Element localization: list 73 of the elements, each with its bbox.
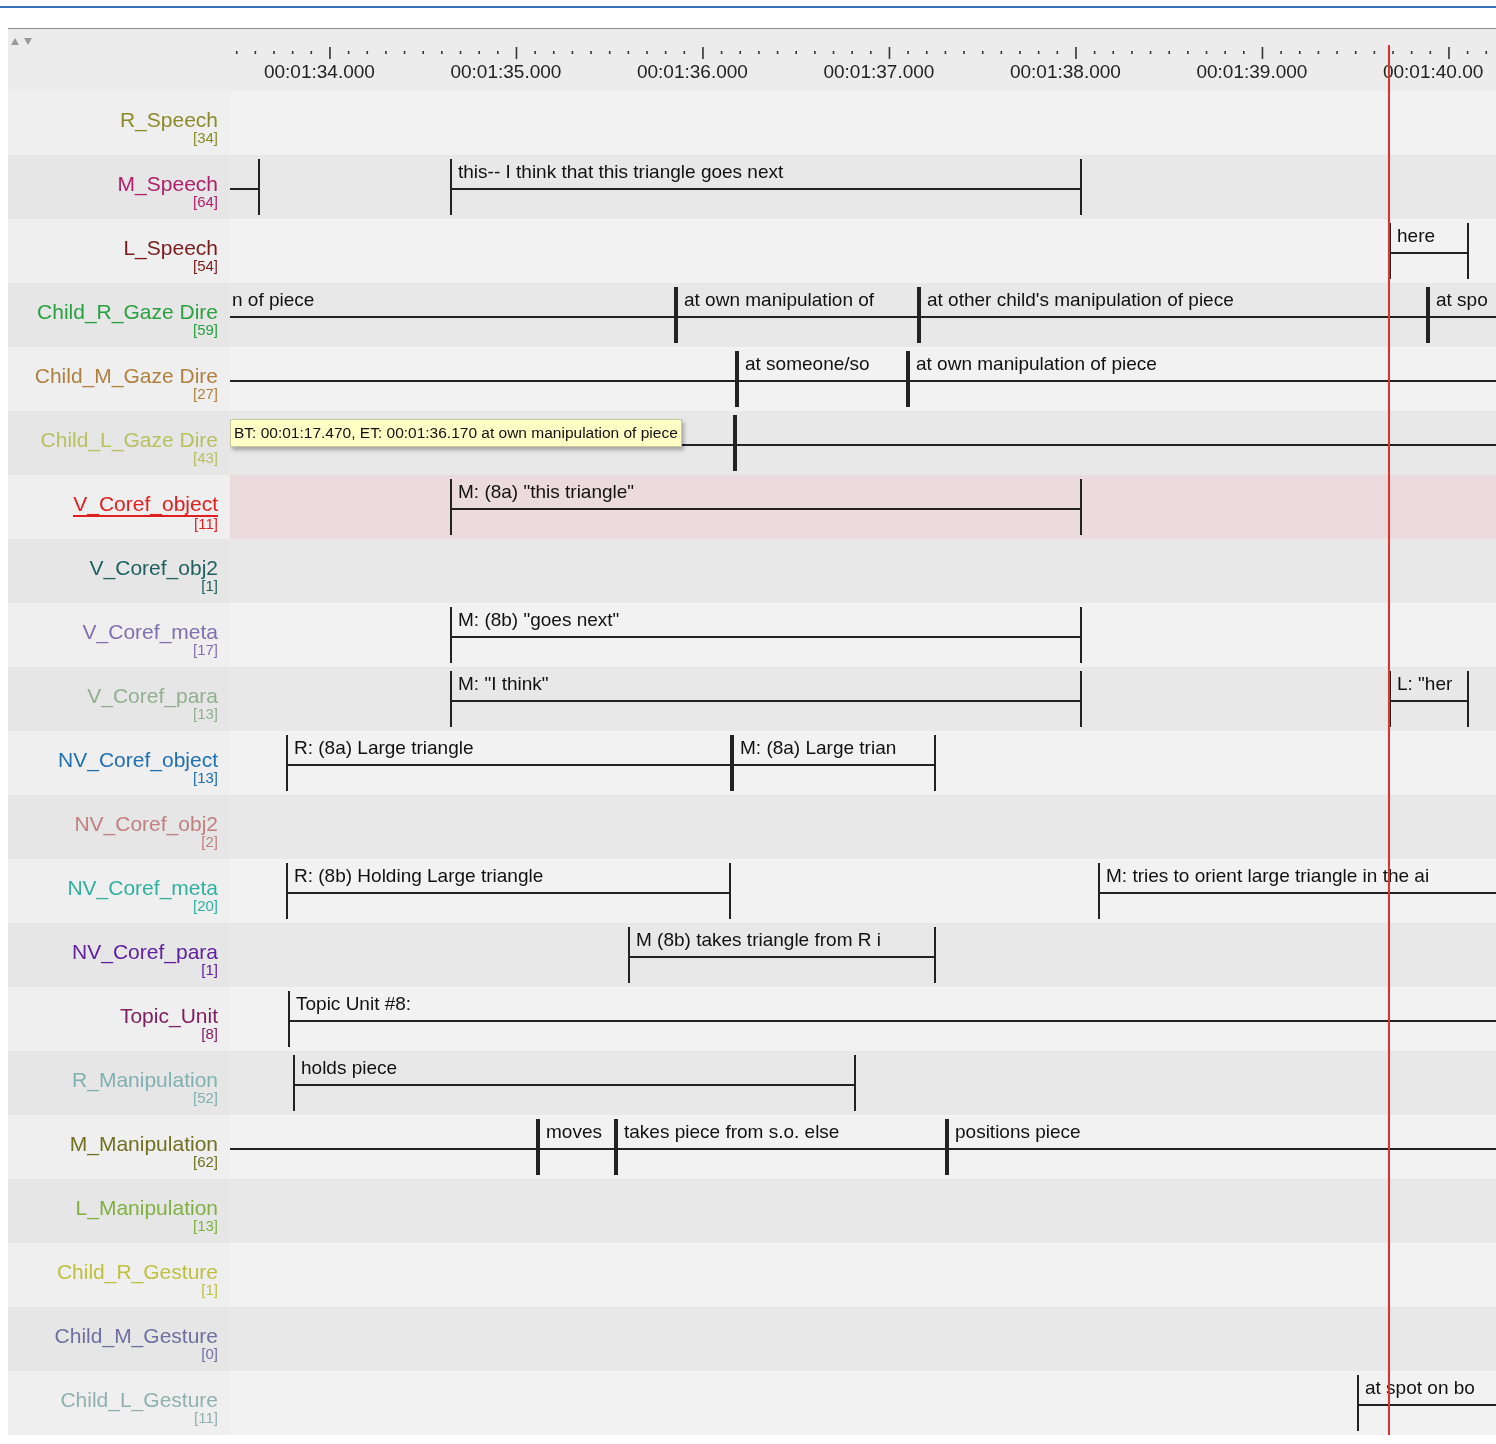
annotation-count: [17] <box>192 643 218 657</box>
annotation[interactable]: at own manipulation of piece <box>908 351 1496 407</box>
tier-track[interactable]: moves takes piece from s.o. else positions piece <box>230 1115 1496 1179</box>
annotation-count: [13] <box>192 771 218 785</box>
tier-name[interactable]: Child_M_Gesture <box>54 1325 218 1347</box>
annotation-count: [1] <box>201 1283 218 1297</box>
annotation[interactable]: L: "her <box>1389 671 1469 727</box>
tier-name[interactable]: V_Coref_object <box>73 493 218 517</box>
annotation-count: [59] <box>192 323 218 337</box>
time-label: 00:01:37.000 <box>823 61 935 83</box>
annotation-count: [13] <box>192 1219 218 1233</box>
annotation[interactable]: positions piece <box>947 1119 1496 1175</box>
tier-track[interactable]: M: (8b) "goes next" <box>230 603 1496 667</box>
time-label: 00:01:38.000 <box>1009 61 1121 83</box>
annotation[interactable]: M: (8a) Large trian <box>732 735 936 791</box>
tier-track[interactable]: BT: 00:01:17.470, ET: 00:01:36.170 at own manipulation of piece <box>230 411 1496 475</box>
tier-track[interactable]: Topic Unit #8: <box>230 987 1496 1051</box>
annotation[interactable]: R: (8a) Large triangle <box>286 735 732 791</box>
time-label: 00:01:36.000 <box>636 61 748 83</box>
annotation-count: [1] <box>201 579 218 593</box>
tier-track[interactable]: holds piece <box>230 1051 1496 1115</box>
sort-arrows-icon[interactable] <box>10 37 34 46</box>
annotation[interactable]: M: (8a) "this triangle" <box>450 479 1082 535</box>
annotation[interactable]: at own manipulation of <box>676 287 919 343</box>
annotation[interactable]: holds piece <box>293 1055 856 1111</box>
annotation-count: [11] <box>194 517 218 531</box>
tier-track[interactable]: at someone/so at own manipulation of piece <box>230 347 1496 411</box>
annotation[interactable]: M: "I think" <box>450 671 1082 727</box>
annotation-count: [54] <box>192 259 218 273</box>
annotation-count: [11] <box>194 1411 218 1425</box>
annotation[interactable]: at someone/so <box>737 351 908 407</box>
annotation[interactable]: here <box>1389 223 1469 279</box>
tier-track[interactable]: R: (8a) Large triangle M: (8a) Large trian <box>230 731 1496 795</box>
annotation-count: [34] <box>192 131 218 145</box>
tier-name[interactable]: M_Speech <box>117 173 218 195</box>
annotation-count: [64] <box>192 195 218 209</box>
tier-name[interactable]: M_Manipulation <box>69 1133 218 1155</box>
annotation-count: [1] <box>201 963 218 977</box>
tier-track[interactable]: M: (8a) "this triangle" <box>230 475 1496 539</box>
tier-track[interactable]: M: "I think" L: "her <box>230 667 1496 731</box>
tier-name[interactable]: NV_Coref_object <box>58 749 218 771</box>
annotation[interactable]: M (8b) takes triangle from R i <box>628 927 936 983</box>
annotation[interactable]: n of piece <box>230 287 676 343</box>
tier-name[interactable]: V_Coref_obj2 <box>89 557 218 579</box>
tooltip: BT: 00:01:17.470, ET: 00:01:36.170 at own manipulation of piece <box>230 419 682 447</box>
annotation-count: [8] <box>201 1027 218 1041</box>
annotation-count: [2] <box>201 835 218 849</box>
annotation[interactable]: at other child's manipulation of piece <box>919 287 1428 343</box>
annotation-count: [43] <box>192 451 218 465</box>
annotation-count: [0] <box>201 1347 218 1361</box>
tier-name[interactable]: NV_Coref_para <box>72 941 218 963</box>
annotation[interactable]: Topic Unit #8: <box>288 991 1496 1047</box>
annotation[interactable]: this-- I think that this triangle goes next <box>450 159 1082 215</box>
annotation[interactable]: moves <box>538 1119 616 1175</box>
annotation-count: [20] <box>192 899 218 913</box>
annotation[interactable]: takes piece from s.o. else <box>616 1119 947 1175</box>
annotation-count: [13] <box>192 707 218 721</box>
tier-name[interactable]: Topic_Unit <box>119 1005 218 1027</box>
tier-track[interactable]: this-- I think that this triangle goes next <box>230 155 1496 219</box>
annotation-count: [62] <box>192 1155 218 1169</box>
tier-track[interactable]: M (8b) takes triangle from R i <box>230 923 1496 987</box>
time-label: 00:01:35.000 <box>450 61 562 83</box>
annotation[interactable]: R: (8b) Holding Large triangle <box>286 863 731 919</box>
tier-track[interactable]: n of piece at own manipulation of at other child's manipulation of piece at spo <box>230 283 1496 347</box>
tier-name[interactable]: V_Coref_meta <box>82 621 218 643</box>
annotation-count: [52] <box>192 1091 218 1105</box>
tier-track[interactable]: here <box>230 219 1496 283</box>
tier-name[interactable]: L_Speech <box>123 237 218 259</box>
annotation-count: [27] <box>192 387 218 401</box>
annotation[interactable]: at spo <box>1428 287 1496 343</box>
annotation[interactable]: M: (8b) "goes next" <box>450 607 1082 663</box>
time-label: 00:01:34.000 <box>263 61 375 83</box>
time-label: 00:01:39.000 <box>1196 61 1308 83</box>
